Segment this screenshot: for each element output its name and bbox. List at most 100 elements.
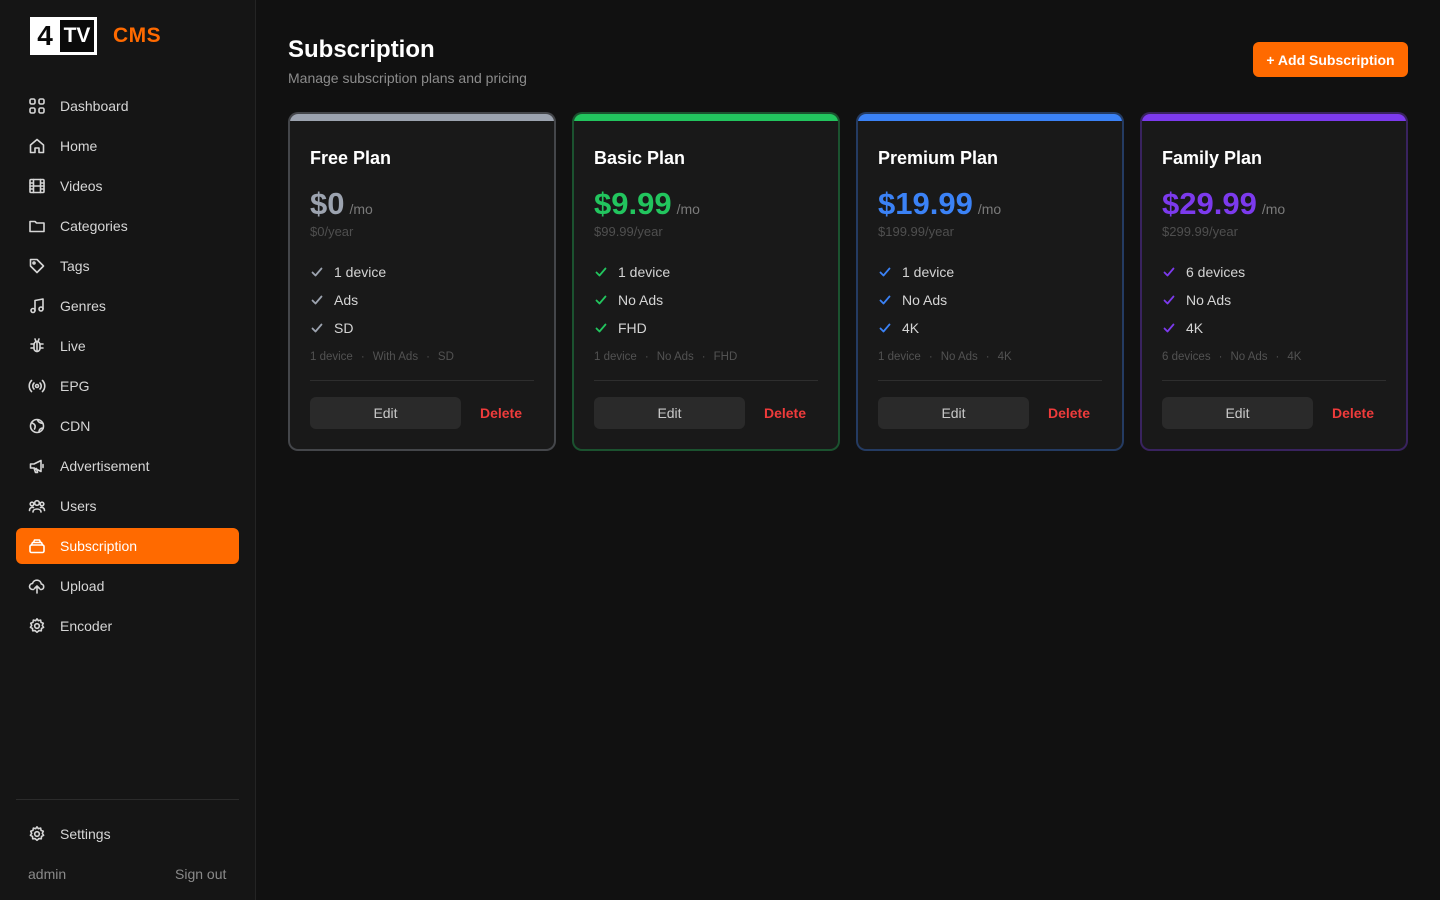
card-divider [594, 380, 818, 381]
logo-mark: 4 TV [30, 17, 97, 55]
plan-price: $9.99 /mo [594, 186, 700, 222]
users-icon [28, 499, 46, 513]
check-icon [1163, 267, 1175, 277]
sidebar-item-live[interactable]: Live [16, 328, 239, 364]
plan-feature-label: 1 device [618, 264, 671, 280]
check-icon [595, 267, 607, 277]
plan-summary-item: 1 device [594, 351, 637, 363]
folder-icon [29, 220, 45, 233]
sidebar-item-cdn[interactable]: CDN [16, 408, 239, 444]
sidebar-item-label: Dashboard [60, 98, 129, 114]
plan-price-unit: /mo [349, 201, 373, 217]
plan-summary: 6 devices · No Ads · 4K [1162, 351, 1301, 363]
megaphone-icon [29, 459, 44, 474]
plan-price-value: $19.99 [878, 186, 973, 221]
sidebar-item-home[interactable]: Home [16, 128, 239, 164]
summary-separator: · [360, 351, 365, 363]
sidebar-item-label: Genres [60, 298, 106, 314]
plan-name: Basic Plan [594, 148, 686, 168]
plan-feature: No Ads [1162, 286, 1245, 314]
sign-out-link[interactable]: Sign out [175, 866, 226, 882]
plan-feature-label: 1 device [334, 264, 387, 280]
plan-summary-item: 4K [1287, 351, 1302, 363]
sidebar-item-label: EPG [60, 378, 90, 394]
summary-separator: · [1218, 351, 1223, 363]
check-icon [311, 267, 323, 277]
plan-feature: No Ads [594, 286, 670, 314]
gear-icon [29, 618, 45, 634]
logo-tv: TV [60, 17, 97, 55]
delete-plan-button[interactable]: Delete [1323, 397, 1383, 429]
plan-price-value: $29.99 [1162, 186, 1257, 221]
sidebar-item-videos[interactable]: Videos [16, 168, 239, 204]
plan-yearly-price: $199.99/year [878, 224, 954, 239]
page-title: Subscription [288, 36, 435, 63]
plan-feature: 1 device [310, 258, 386, 286]
plan-summary-item: No Ads [1230, 351, 1268, 363]
plan-color-bar [290, 114, 554, 121]
plan-feature-label: No Ads [618, 292, 664, 308]
plan-color-bar [574, 114, 838, 121]
sidebar-item-tags[interactable]: Tags [16, 248, 239, 284]
plan-feature: FHD [594, 314, 670, 342]
edit-plan-button[interactable]: Edit [594, 397, 745, 429]
check-icon [1163, 323, 1175, 333]
check-icon [595, 323, 607, 333]
plan-summary-item: With Ads [372, 351, 419, 363]
sidebar-item-dashboard[interactable]: Dashboard [16, 88, 239, 124]
sidebar-item-subscription[interactable]: Subscription [16, 528, 239, 564]
plan-card-family: Family Plan $29.99 /mo $299.99/year 6 de… [1140, 112, 1408, 451]
logo-number: 4 [37, 20, 53, 51]
sidebar-item-categories[interactable]: Categories [16, 208, 239, 244]
plan-feature-label: 4K [902, 320, 920, 336]
tag-icon [29, 258, 45, 274]
plan-price-unit: /mo [977, 201, 1002, 217]
sidebar-item-label: Live [60, 338, 86, 354]
plan-feature-label: 6 devices [1186, 264, 1246, 280]
plan-yearly-price: $0/year [310, 224, 354, 239]
add-subscription-button[interactable]: + Add Subscription [1253, 42, 1408, 77]
sidebar-item-encoder[interactable]: Encoder [16, 608, 239, 644]
plan-price: $29.99 /mo [1162, 186, 1285, 222]
plan-card-basic: Basic Plan $9.99 /mo $99.99/year 1 devic… [572, 112, 840, 451]
edit-plan-button[interactable]: Edit [310, 397, 461, 429]
check-icon [311, 323, 323, 333]
plan-summary: 1 device · With Ads · SD [310, 351, 454, 363]
sidebar-item-users[interactable]: Users [16, 488, 239, 524]
main-nav: Dashboard Home Videos Categories Tags Ge… [16, 88, 239, 648]
plan-feature-label: SD [334, 320, 354, 336]
sidebar-item-epg[interactable]: EPG [16, 368, 239, 404]
sidebar-item-label: Subscription [60, 538, 138, 554]
sidebar-item-genres[interactable]: Genres [16, 288, 239, 324]
app-logo[interactable]: 4 TV CMS [30, 17, 161, 55]
grid-icon [29, 98, 45, 114]
plan-feature: Ads [310, 286, 386, 314]
cloud-upload-icon [28, 579, 45, 594]
summary-separator: · [644, 351, 649, 363]
sidebar-item-advertisement[interactable]: Advertisement [16, 448, 239, 484]
plan-price: $19.99 /mo [878, 186, 1001, 222]
edit-plan-button[interactable]: Edit [1162, 397, 1313, 429]
sidebar-item-label: Videos [60, 178, 103, 194]
globe-icon [29, 418, 45, 434]
plan-feature: 1 device [594, 258, 670, 286]
edit-plan-button[interactable]: Edit [878, 397, 1029, 429]
sidebar-item-upload[interactable]: Upload [16, 568, 239, 604]
settings-gear-icon [29, 826, 45, 842]
delete-plan-button[interactable]: Delete [471, 397, 531, 429]
check-icon [311, 295, 323, 305]
plan-summary: 1 device · No Ads · FHD [594, 351, 737, 363]
plan-feature: 4K [878, 314, 954, 342]
plan-feature: 6 devices [1162, 258, 1245, 286]
delete-plan-button[interactable]: Delete [755, 397, 815, 429]
sidebar-item-label: Home [60, 138, 98, 154]
bug-icon [30, 338, 44, 353]
film-icon [29, 178, 45, 194]
plan-price-unit: /mo [1261, 201, 1286, 217]
sidebar-item-label: CDN [60, 418, 91, 434]
plan-feature-label: FHD [618, 320, 647, 336]
plan-card-free: Free Plan $0 /mo $0/year 1 device Ads SD 1… [288, 112, 556, 451]
sidebar-item-settings[interactable]: Settings [16, 816, 239, 852]
plan-summary-item: FHD [713, 351, 738, 363]
delete-plan-button[interactable]: Delete [1039, 397, 1099, 429]
